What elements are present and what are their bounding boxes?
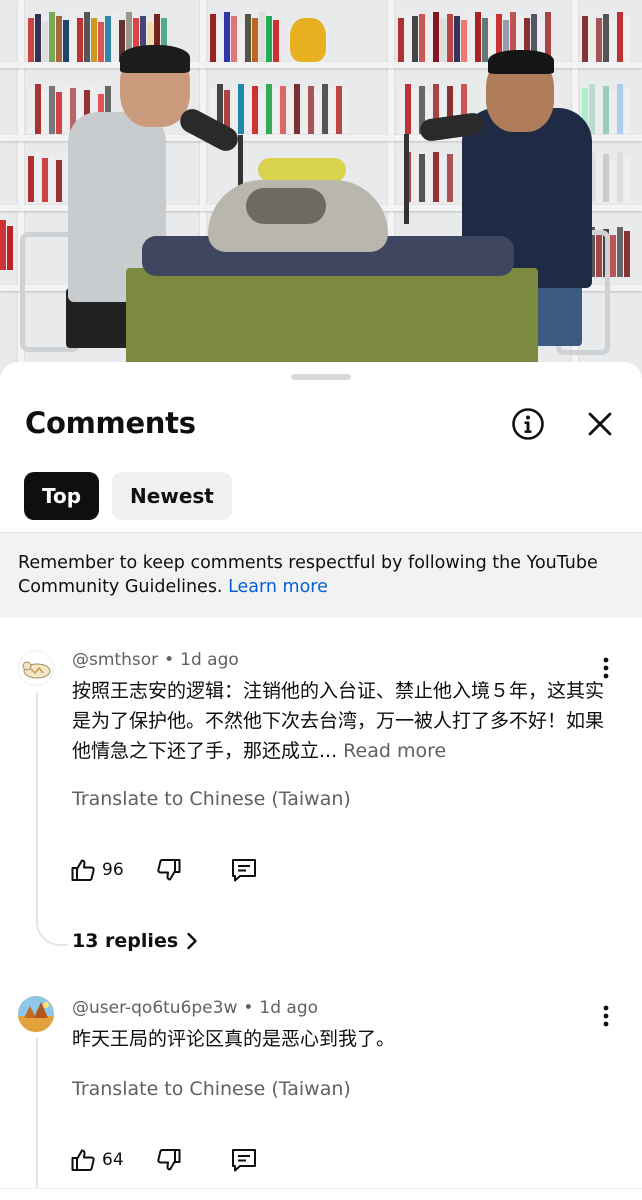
close-button[interactable] — [578, 402, 622, 446]
book-row — [210, 82, 349, 134]
person-right — [488, 50, 554, 74]
reply-button[interactable] — [230, 1142, 258, 1178]
meta-separator: • — [164, 650, 175, 670]
book-row — [582, 82, 630, 134]
comment-body: 昨天王局的评论区真的是恶心到我了。 — [72, 1024, 612, 1054]
translate-link[interactable]: Translate to Chinese (Taiwan) — [72, 1078, 351, 1100]
comment-body: 按照王志安的逻辑：注销他的入台证、禁止他入境５年，这其实是为了保护他。不然他下次… — [72, 676, 612, 766]
sort-chips: Top Newest — [24, 472, 232, 520]
translate-link[interactable]: Translate to Chinese (Taiwan) — [72, 788, 351, 810]
read-more-link[interactable]: Read more — [343, 740, 446, 762]
thumbs-down-icon — [156, 1149, 181, 1171]
cat-avatar-icon — [22, 661, 51, 679]
comment-actions: 64 — [70, 1142, 258, 1178]
learn-more-link[interactable]: Learn more — [228, 577, 328, 597]
reply-icon — [231, 859, 256, 882]
like-button[interactable]: 96 — [70, 852, 124, 888]
reply-button[interactable] — [230, 852, 258, 888]
meta-separator: • — [243, 998, 254, 1018]
comment-time: 1d ago — [180, 650, 239, 670]
thread-line — [36, 1038, 38, 1200]
replies-label: 13 replies — [72, 930, 179, 952]
view-replies-button[interactable]: 13 replies — [72, 930, 198, 952]
avatar[interactable] — [18, 996, 54, 1032]
video-player[interactable] — [0, 0, 642, 380]
chevron-right-icon — [187, 932, 197, 950]
book-row — [582, 10, 630, 62]
sheet-title: Comments — [25, 406, 196, 440]
thread-curve — [36, 916, 68, 946]
close-icon — [588, 412, 612, 436]
microphone — [404, 134, 409, 224]
dislike-button[interactable] — [156, 1142, 182, 1178]
landscape-avatar-icon — [18, 996, 54, 1032]
chip-newest[interactable]: Newest — [112, 472, 232, 520]
comment-author[interactable]: @user-qo6tu6pe3w — [72, 998, 237, 1018]
reply-icon — [231, 1149, 256, 1172]
dislike-button[interactable] — [156, 852, 182, 888]
like-count: 64 — [102, 1150, 124, 1170]
guidelines-notice: Remember to keep comments respectful by … — [0, 532, 642, 618]
cushion — [258, 158, 346, 182]
person-left — [120, 45, 190, 73]
comment-author[interactable]: @smthsor — [72, 650, 158, 670]
comment-text: 按照王志安的逻辑：注销他的入台证、禁止他入境５年，这其实是为了保护他。不然他下次… — [72, 680, 605, 762]
drag-handle[interactable] — [291, 374, 351, 380]
thumbs-up-icon — [71, 859, 95, 881]
avatar[interactable] — [18, 650, 54, 686]
like-button[interactable]: 64 — [70, 1142, 124, 1178]
sheet-bottom-edge — [0, 1188, 642, 1200]
like-count: 96 — [102, 860, 124, 880]
book-row — [210, 10, 279, 62]
thumbs-up-icon — [71, 1149, 95, 1171]
chip-top[interactable]: Top — [24, 472, 100, 520]
plush-toy — [290, 18, 326, 62]
info-icon — [512, 408, 544, 440]
cat — [246, 188, 326, 224]
comment-meta: @smthsor • 1d ago — [72, 650, 239, 670]
comment-meta: @user-qo6tu6pe3w • 1d ago — [72, 998, 318, 1018]
comment-text: 昨天王局的评论区真的是恶心到我了。 — [72, 1028, 396, 1050]
book-row — [0, 218, 13, 270]
comments-sheet: Comments Top Newest Remember to keep com… — [0, 362, 642, 1200]
comment-time: 1d ago — [259, 998, 319, 1018]
comment-actions: 96 — [70, 852, 258, 888]
thread-line — [36, 692, 38, 918]
tablecloth — [126, 268, 538, 368]
thumbs-down-icon — [156, 859, 181, 881]
info-button[interactable] — [506, 402, 550, 446]
